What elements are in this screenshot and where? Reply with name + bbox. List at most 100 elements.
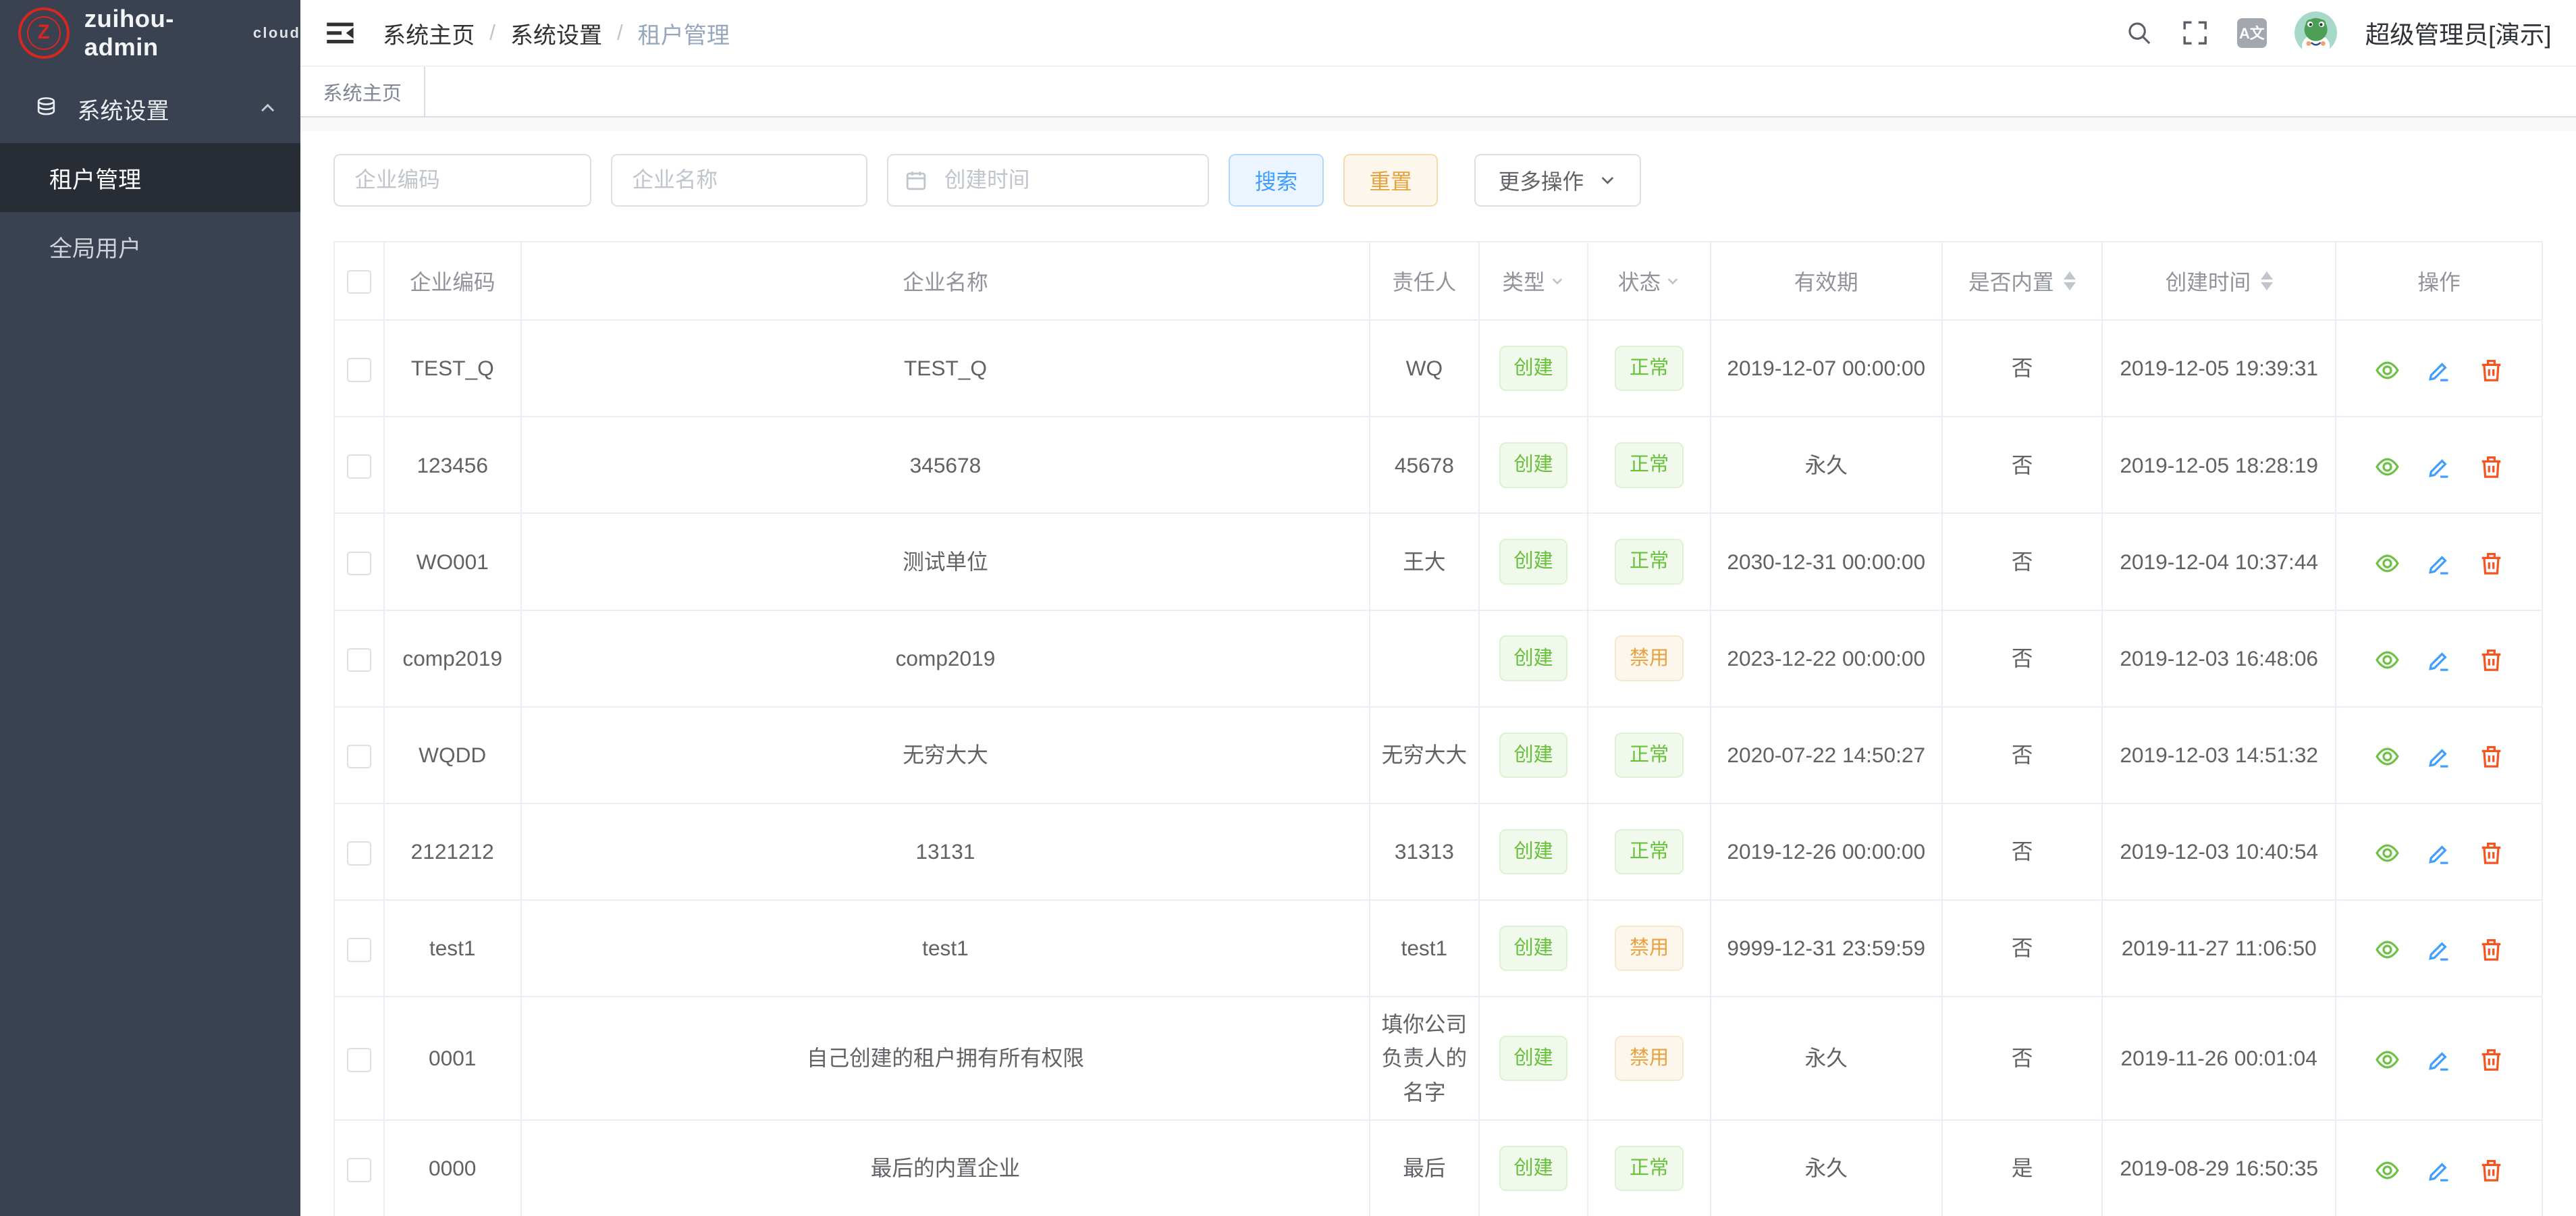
delete-button[interactable] bbox=[2478, 357, 2504, 384]
type-badge: 创建 bbox=[1499, 829, 1567, 874]
content-wrapper: 搜索 重置 更多操作 bbox=[300, 117, 2576, 1216]
delete-button[interactable] bbox=[2478, 550, 2504, 577]
breadcrumb-item-settings[interactable]: 系统设置 bbox=[510, 16, 602, 50]
breadcrumb-separator: / bbox=[617, 20, 623, 45]
more-actions-button[interactable]: 更多操作 bbox=[1474, 154, 1641, 207]
edit-button[interactable] bbox=[2426, 936, 2452, 963]
pencil-icon bbox=[2426, 357, 2452, 384]
created-time-picker[interactable] bbox=[887, 154, 1209, 207]
delete-button[interactable] bbox=[2478, 454, 2504, 480]
cell-company-name: 测试单位 bbox=[521, 513, 1370, 610]
cell-created-time: 2019-12-05 18:28:19 bbox=[2102, 417, 2336, 513]
current-user-name[interactable]: 超级管理员[演示] bbox=[2365, 15, 2552, 51]
view-button[interactable] bbox=[2374, 454, 2400, 480]
type-badge: 创建 bbox=[1499, 1036, 1567, 1081]
sidebar-item-global-users[interactable]: 全局用户 bbox=[0, 212, 300, 281]
edit-button[interactable] bbox=[2426, 647, 2452, 673]
company-name-input[interactable] bbox=[611, 154, 867, 207]
delete-button[interactable] bbox=[2478, 1047, 2504, 1073]
row-checkbox[interactable] bbox=[347, 358, 371, 382]
view-button[interactable] bbox=[2374, 840, 2400, 866]
column-header-builtin[interactable]: 是否内置 bbox=[1942, 242, 2103, 320]
cell-owner: 无穷大大 bbox=[1370, 707, 1479, 803]
edit-button[interactable] bbox=[2426, 357, 2452, 384]
cell-validity: 永久 bbox=[1711, 1120, 1942, 1216]
cell-company-name: 345678 bbox=[521, 417, 1370, 513]
row-checkbox[interactable] bbox=[347, 1048, 371, 1072]
status-badge: 禁用 bbox=[1615, 635, 1683, 681]
row-checkbox[interactable] bbox=[347, 841, 371, 866]
reset-button[interactable]: 重置 bbox=[1343, 154, 1438, 207]
breadcrumb-item-home[interactable]: 系统主页 bbox=[383, 16, 475, 50]
fullscreen-icon[interactable] bbox=[2181, 19, 2209, 47]
edit-button[interactable] bbox=[2426, 1157, 2452, 1184]
row-checkbox[interactable] bbox=[347, 552, 371, 576]
avatar[interactable] bbox=[2295, 11, 2337, 54]
tab-system-home[interactable]: 系统主页 bbox=[300, 67, 425, 116]
app-title: zuihou-admin bbox=[84, 5, 246, 61]
view-button[interactable] bbox=[2374, 550, 2400, 577]
cell-owner: 王大 bbox=[1370, 513, 1479, 610]
cell-company-name: 13131 bbox=[521, 803, 1370, 900]
type-badge: 创建 bbox=[1499, 733, 1567, 778]
edit-button[interactable] bbox=[2426, 1047, 2452, 1073]
sort-carets-icon[interactable] bbox=[2261, 271, 2273, 291]
delete-button[interactable] bbox=[2478, 840, 2504, 866]
cell-builtin: 否 bbox=[1942, 320, 2103, 417]
view-button[interactable] bbox=[2374, 647, 2400, 673]
cell-actions bbox=[2336, 1120, 2542, 1216]
filter-arrow-icon[interactable] bbox=[1550, 273, 1565, 288]
row-checkbox[interactable] bbox=[347, 938, 371, 962]
delete-button[interactable] bbox=[2478, 936, 2504, 963]
column-header-type[interactable]: 类型 bbox=[1479, 242, 1588, 320]
edit-button[interactable] bbox=[2426, 840, 2452, 866]
cell-owner: 最后 bbox=[1370, 1120, 1479, 1216]
logo: Z zuihou-admin cloud bbox=[0, 0, 300, 65]
edit-button[interactable] bbox=[2426, 743, 2452, 770]
view-button[interactable] bbox=[2374, 743, 2400, 770]
cell-company-code: test1 bbox=[384, 900, 521, 997]
sort-carets-icon[interactable] bbox=[2064, 271, 2076, 291]
status-badge: 禁用 bbox=[1615, 926, 1683, 971]
row-checkbox[interactable] bbox=[347, 1158, 371, 1182]
collapse-sidebar-icon[interactable] bbox=[325, 18, 355, 48]
edit-button[interactable] bbox=[2426, 454, 2452, 480]
tab-bar: 系统主页 bbox=[300, 67, 2576, 117]
row-checkbox[interactable] bbox=[347, 454, 371, 479]
edit-button[interactable] bbox=[2426, 550, 2452, 577]
cell-company-name: test1 bbox=[521, 900, 1370, 997]
eye-icon bbox=[2374, 840, 2400, 866]
cell-builtin: 否 bbox=[1942, 900, 2103, 997]
column-header-status[interactable]: 状态 bbox=[1588, 242, 1710, 320]
sidebar-group-system-settings[interactable]: 系统设置 bbox=[0, 74, 300, 143]
filter-arrow-icon[interactable] bbox=[1665, 273, 1680, 288]
delete-button[interactable] bbox=[2478, 647, 2504, 673]
view-button[interactable] bbox=[2374, 1157, 2400, 1184]
trash-icon bbox=[2478, 743, 2504, 770]
pencil-icon bbox=[2426, 454, 2452, 480]
view-button[interactable] bbox=[2374, 936, 2400, 963]
company-code-input[interactable] bbox=[333, 154, 591, 207]
search-button[interactable]: 搜索 bbox=[1229, 154, 1323, 207]
column-header-created[interactable]: 创建时间 bbox=[2102, 242, 2336, 320]
row-checkbox[interactable] bbox=[347, 745, 371, 769]
eye-icon bbox=[2374, 357, 2400, 384]
cell-company-name: 无穷大大 bbox=[521, 707, 1370, 803]
cell-company-code: WO001 bbox=[384, 513, 521, 610]
table-row: 0000 最后的内置企业 最后 创建 正常 永久 是 2019-08-29 16… bbox=[334, 1120, 2542, 1216]
view-button[interactable] bbox=[2374, 357, 2400, 384]
delete-button[interactable] bbox=[2478, 743, 2504, 770]
delete-button[interactable] bbox=[2478, 1157, 2504, 1184]
column-header-code: 企业编码 bbox=[384, 242, 521, 320]
search-icon[interactable] bbox=[2125, 19, 2153, 47]
sidebar-item-tenant-management[interactable]: 租户管理 bbox=[0, 143, 300, 212]
select-all-checkbox[interactable] bbox=[347, 270, 371, 294]
created-time-input[interactable] bbox=[941, 166, 1191, 194]
language-icon[interactable]: A文 bbox=[2237, 18, 2267, 48]
chevron-down-icon bbox=[1599, 171, 1617, 189]
cell-created-time: 2019-11-26 00:01:04 bbox=[2102, 997, 2336, 1120]
view-button[interactable] bbox=[2374, 1047, 2400, 1073]
cell-company-code: TEST_Q bbox=[384, 320, 521, 417]
sidebar-menu: 系统设置 租户管理 全局用户 bbox=[0, 65, 300, 281]
row-checkbox[interactable] bbox=[347, 648, 371, 672]
